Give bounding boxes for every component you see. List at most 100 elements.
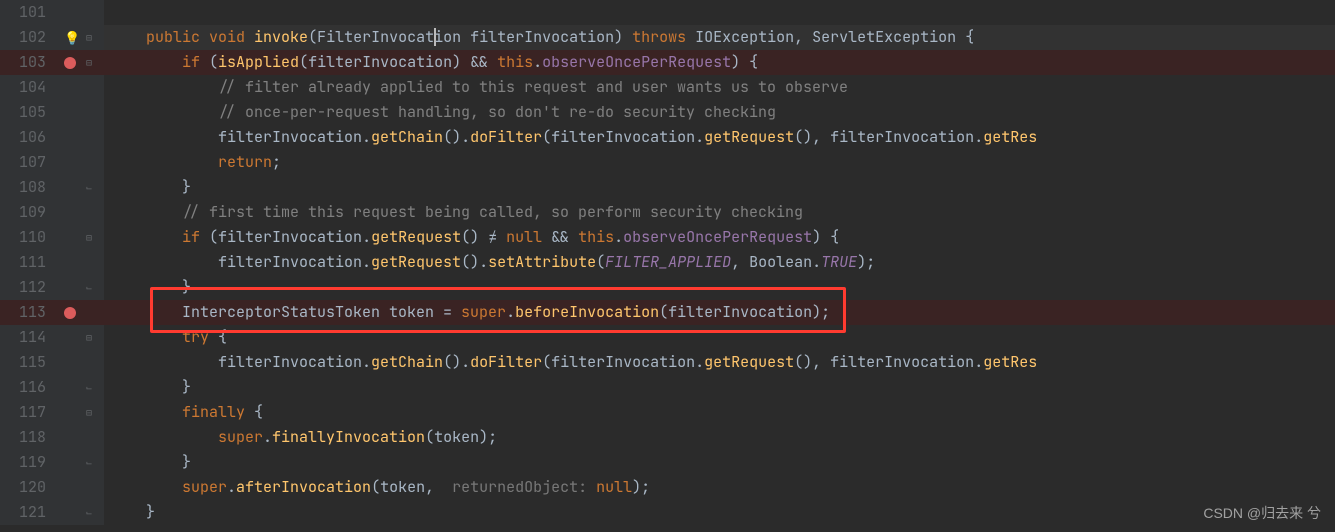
code-text[interactable]: return; [104,150,1335,175]
gutter-icons[interactable] [56,425,104,450]
fold-toggle-icon[interactable]: ⌙ [86,183,96,193]
code-line[interactable]: 107 return; [0,150,1335,175]
breakpoint-icon[interactable] [64,307,76,319]
gutter-icons[interactable] [56,75,104,100]
code-line[interactable]: 108 ⌙ } [0,175,1335,200]
code-line[interactable]: 106 filterInvocation.getChain().doFilter… [0,125,1335,150]
text-cursor [434,28,436,46]
gutter-icons[interactable] [56,100,104,125]
code-text[interactable] [104,0,1335,25]
gutter-icons[interactable] [56,125,104,150]
gutter-icons[interactable]: ⌙ [56,450,104,475]
gutter-icons[interactable]: ⌙ [56,375,104,400]
gutter-icons[interactable] [56,475,104,500]
fold-toggle-icon[interactable]: ⌙ [86,283,96,293]
code-line[interactable]: 116 ⌙ } [0,375,1335,400]
line-number[interactable]: 112 [0,275,56,300]
gutter-icons[interactable] [56,350,104,375]
code-line[interactable]: 110 ⊟ if (filterInvocation.getRequest() ≠… [0,225,1335,250]
code-line[interactable]: 104 // filter already applied to this re… [0,75,1335,100]
breakpoint-icon[interactable] [64,57,76,69]
gutter-icons[interactable]: ⌙ [56,175,104,200]
fold-toggle-icon[interactable]: ⊟ [86,233,96,243]
line-number[interactable]: 118 [0,425,56,450]
code-line[interactable]: 119 ⌙ } [0,450,1335,475]
intention-bulb-icon[interactable]: 💡 [64,25,80,50]
code-text[interactable]: filterInvocation.getChain().doFilter(fil… [104,125,1335,150]
line-number[interactable]: 119 [0,450,56,475]
code-line[interactable]: 120 super.afterInvocation(token, returne… [0,475,1335,500]
line-number[interactable]: 116 [0,375,56,400]
gutter-icons[interactable]: ⊟ [56,225,104,250]
code-line[interactable]: 109 // first time this request being cal… [0,200,1335,225]
code-text[interactable]: if (isApplied(filterInvocation) && this.… [104,50,1335,75]
code-text[interactable]: } [104,175,1335,200]
fold-toggle-icon[interactable]: ⌙ [86,383,96,393]
fold-toggle-icon[interactable]: ⊟ [86,58,96,68]
fold-toggle-icon[interactable]: ⊟ [86,333,96,343]
gutter-icons[interactable] [56,200,104,225]
line-number[interactable]: 109 [0,200,56,225]
line-number[interactable]: 110 [0,225,56,250]
gutter-icons[interactable] [56,300,104,325]
line-number[interactable]: 101 [0,0,56,25]
gutter-icons[interactable]: 💡⊟ [56,25,104,50]
code-text[interactable]: } [104,500,1335,525]
line-number[interactable]: 103 [0,50,56,75]
code-line[interactable]: 121 ⌙ } [0,500,1335,525]
line-number[interactable]: 107 [0,150,56,175]
gutter-icons[interactable]: ⊟ [56,325,104,350]
code-text[interactable]: try { [104,325,1335,350]
code-text[interactable]: public void invoke(FilterInvocation filt… [104,25,1335,50]
code-editor[interactable]: 101102💡⊟ public void invoke(FilterInvoca… [0,0,1335,525]
line-number[interactable]: 104 [0,75,56,100]
gutter-icons[interactable]: ⌙ [56,275,104,300]
code-line[interactable]: 103 ⊟ if (isApplied(filterInvocation) && … [0,50,1335,75]
code-text[interactable]: finally { [104,400,1335,425]
code-text[interactable]: super.finallyInvocation(token); [104,425,1335,450]
code-line[interactable]: 115 filterInvocation.getChain().doFilter… [0,350,1335,375]
watermark-text: CSDN @归去来 兮 [1203,501,1321,526]
fold-toggle-icon[interactable]: ⌙ [86,508,96,518]
code-line[interactable]: 118 super.finallyInvocation(token); [0,425,1335,450]
line-number[interactable]: 111 [0,250,56,275]
line-number[interactable]: 115 [0,350,56,375]
code-line[interactable]: 101 [0,0,1335,25]
line-number[interactable]: 102 [0,25,56,50]
line-number[interactable]: 108 [0,175,56,200]
code-text[interactable]: super.afterInvocation(token, returnedObj… [104,475,1335,500]
code-text[interactable]: // filter already applied to this reques… [104,75,1335,100]
code-line[interactable]: 113 InterceptorStatusToken token = super… [0,300,1335,325]
fold-toggle-icon[interactable]: ⊟ [86,33,96,43]
code-text[interactable]: // once-per-request handling, so don't r… [104,100,1335,125]
fold-toggle-icon[interactable]: ⊟ [86,408,96,418]
gutter-icons[interactable] [56,0,104,25]
code-text[interactable]: filterInvocation.getChain().doFilter(fil… [104,350,1335,375]
fold-toggle-icon[interactable]: ⌙ [86,458,96,468]
code-line[interactable]: 102💡⊟ public void invoke(FilterInvocatio… [0,25,1335,50]
code-line[interactable]: 105 // once-per-request handling, so don… [0,100,1335,125]
code-text[interactable]: } [104,375,1335,400]
gutter-icons[interactable]: ⊟ [56,400,104,425]
code-text[interactable]: // first time this request being called,… [104,200,1335,225]
code-text[interactable]: } [104,275,1335,300]
code-line[interactable]: 117 ⊟ finally { [0,400,1335,425]
line-number[interactable]: 113 [0,300,56,325]
gutter-icons[interactable] [56,250,104,275]
code-line[interactable]: 111 filterInvocation.getRequest().setAtt… [0,250,1335,275]
line-number[interactable]: 117 [0,400,56,425]
line-number[interactable]: 121 [0,500,56,525]
gutter-icons[interactable]: ⊟ [56,50,104,75]
code-text[interactable]: } [104,450,1335,475]
gutter-icons[interactable] [56,150,104,175]
code-text[interactable]: InterceptorStatusToken token = super.bef… [104,300,1335,325]
code-line[interactable]: 114 ⊟ try { [0,325,1335,350]
code-text[interactable]: filterInvocation.getRequest().setAttribu… [104,250,1335,275]
line-number[interactable]: 105 [0,100,56,125]
line-number[interactable]: 120 [0,475,56,500]
code-line[interactable]: 112 ⌙ } [0,275,1335,300]
line-number[interactable]: 114 [0,325,56,350]
line-number[interactable]: 106 [0,125,56,150]
gutter-icons[interactable]: ⌙ [56,500,104,525]
code-text[interactable]: if (filterInvocation.getRequest() ≠ null… [104,225,1335,250]
